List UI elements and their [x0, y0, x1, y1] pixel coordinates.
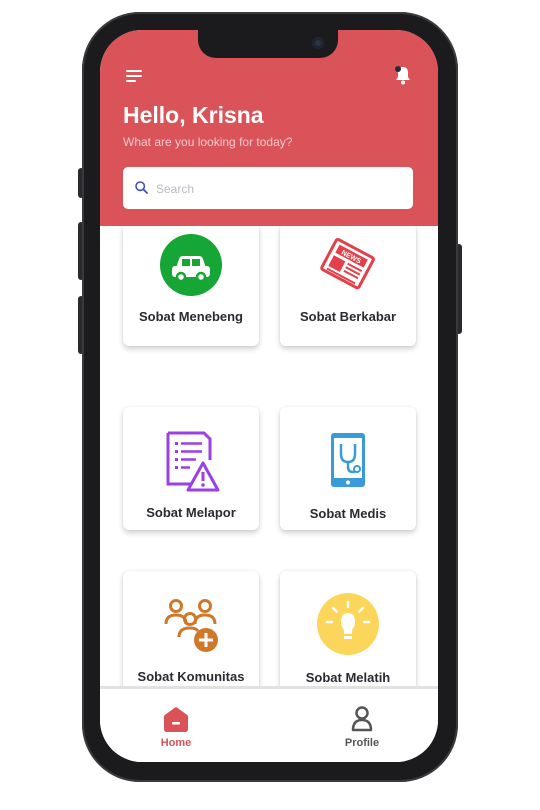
header: Hello, Krisna What are you looking for t… [100, 30, 438, 226]
search-bar[interactable] [123, 167, 413, 209]
bottom-navigation: Home Profile [100, 686, 438, 762]
card-label: Sobat Medis [309, 506, 387, 521]
notch [198, 30, 338, 58]
service-grid: Sobat Menebeng NEWS Sobat Berkabar Sobat… [100, 226, 438, 686]
newspaper-icon: NEWS [320, 237, 375, 290]
nav-home-label: Home [160, 737, 192, 749]
greeting-title: Hello, Krisna [123, 102, 264, 128]
medical-tablet-icon [331, 433, 365, 487]
card-label: Sobat Menebeng [138, 309, 243, 324]
nav-profile-label: Profile [344, 737, 380, 749]
app-screen: Hello, Krisna What are you looking for t… [100, 30, 438, 762]
card-label: Sobat Berkabar [299, 309, 397, 324]
notification-bell-icon[interactable] [392, 64, 414, 86]
home-icon [164, 707, 188, 732]
greeting-subtitle: What are you looking for today? [123, 135, 293, 149]
profile-icon [351, 706, 373, 732]
card-sobat-menebeng[interactable]: Sobat Menebeng [123, 226, 259, 346]
lightbulb-icon [317, 593, 379, 655]
card-sobat-berkabar[interactable]: NEWS Sobat Berkabar [280, 226, 416, 346]
nav-home[interactable]: Home [116, 689, 236, 759]
card-sobat-melapor[interactable]: Sobat Melapor [123, 407, 259, 530]
search-input[interactable] [154, 177, 398, 201]
front-camera [312, 37, 324, 49]
car-icon [160, 234, 222, 296]
community-add-icon [164, 599, 218, 652]
card-sobat-medis[interactable]: Sobat Medis [280, 407, 416, 530]
card-label: Sobat Melatih [305, 670, 391, 685]
card-sobat-melatih[interactable]: Sobat Melatih [280, 571, 416, 686]
card-label: Sobat Komunitas [137, 669, 245, 684]
nav-profile[interactable]: Profile [302, 689, 422, 759]
search-icon [135, 181, 148, 194]
card-label: Sobat Melapor [146, 505, 236, 520]
report-warning-icon [166, 431, 220, 492]
hamburger-menu-icon[interactable] [126, 68, 144, 84]
card-sobat-komunitas[interactable]: Sobat Komunitas [123, 571, 259, 686]
